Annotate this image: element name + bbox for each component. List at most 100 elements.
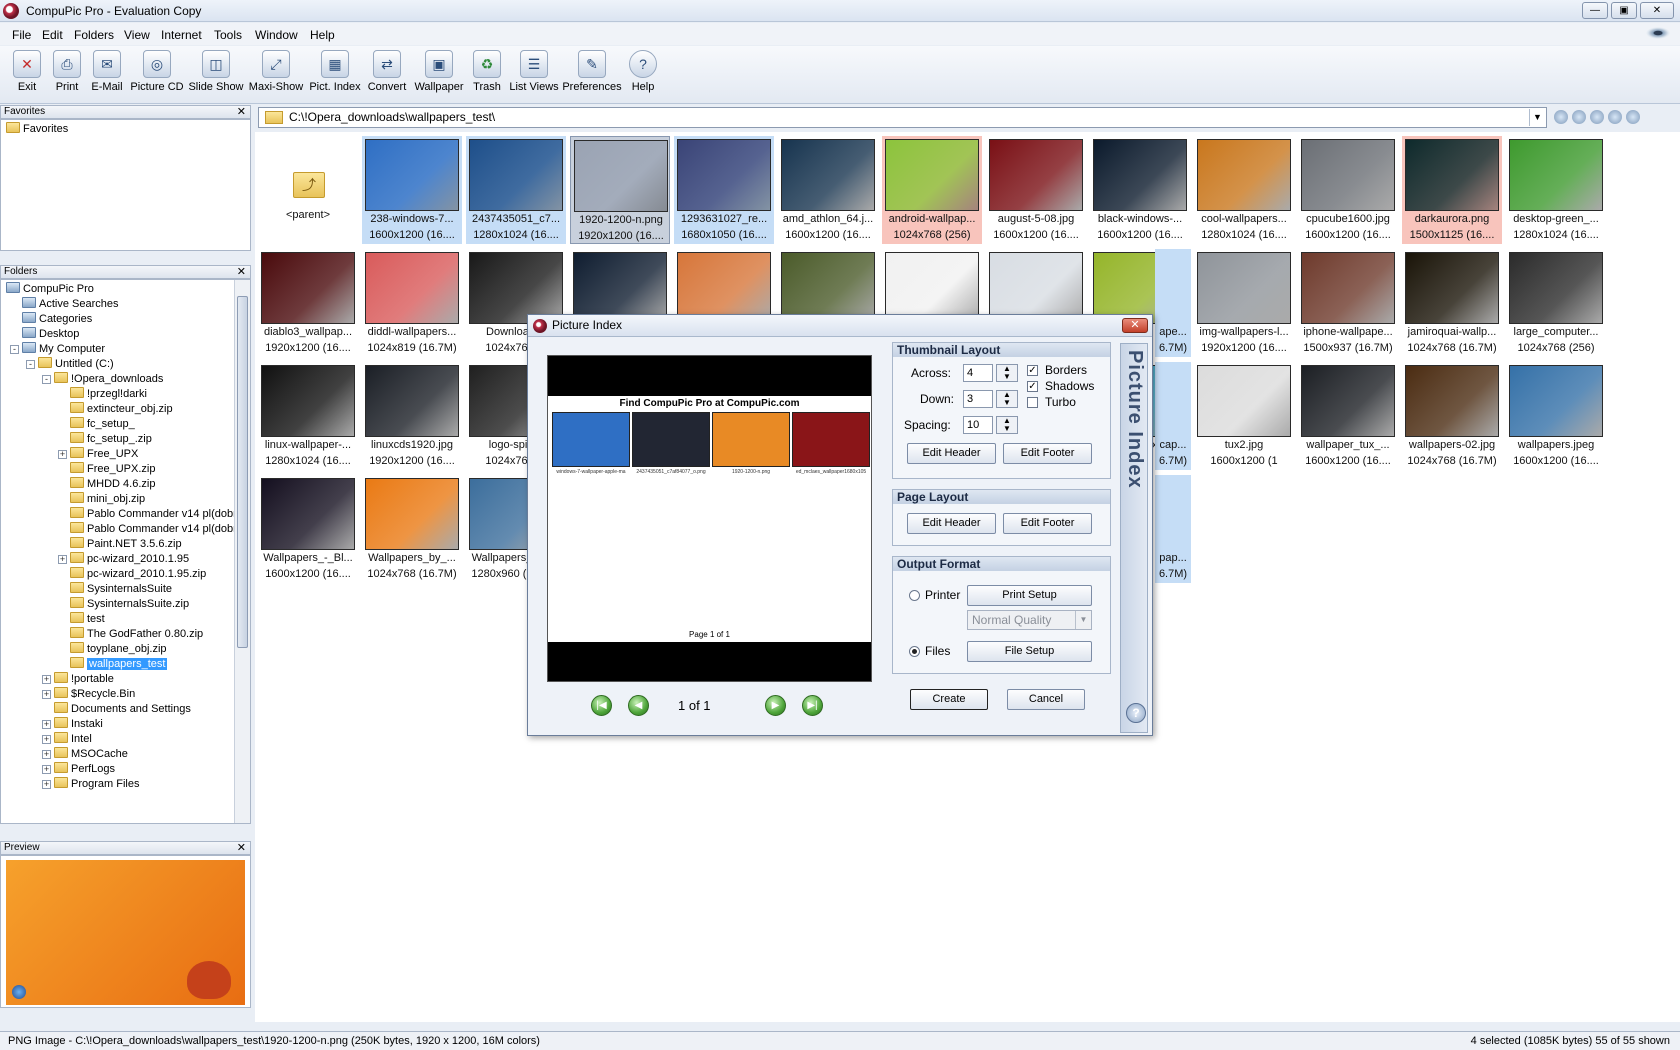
menu-file[interactable]: File — [12, 28, 31, 42]
thumbnail-item[interactable]: Wallpapers_by_... 1024x768 (16.7M) — [362, 475, 462, 583]
thumbnail-item[interactable]: pap... 6.7M) — [1155, 475, 1191, 583]
printer-radio[interactable] — [909, 590, 920, 601]
thumbnail-item[interactable]: wallpapers-02.jpg 1024x768 (16.7M) — [1402, 362, 1502, 470]
folder-tree-item[interactable]: Pablo Commander v14 pl(dobre — [70, 507, 243, 522]
thumbnail-item[interactable]: tux2.jpg 1600x1200 (1 — [1194, 362, 1294, 470]
folder-tree-item[interactable]: The GodFather 0.80.zip — [70, 627, 203, 642]
dialog-help-icon[interactable]: ? — [1126, 703, 1146, 723]
thumbnail-item[interactable]: diablo3_wallpap... 1920x1200 (16.... — [258, 249, 358, 357]
slide-show-button[interactable]: ◫ Slide Show — [188, 50, 244, 93]
folders-scrollbar[interactable] — [234, 280, 250, 823]
page-edit-header-button[interactable]: Edit Header — [907, 513, 996, 534]
next-page-button[interactable]: ▶ — [765, 695, 786, 716]
thumbnail-item[interactable]: ape... 6.7M) — [1155, 249, 1191, 357]
across-input[interactable]: 4 — [963, 364, 993, 382]
folder-tree-item[interactable]: extincteur_obj.zip — [70, 402, 173, 417]
folder-tree-item[interactable]: Active Searches — [22, 297, 118, 312]
folder-tree-item[interactable]: fc_setup_.zip — [70, 432, 152, 447]
convert-button[interactable]: ⇄ Convert — [366, 50, 408, 93]
thumbnail-item[interactable]: desktop-green_... 1280x1024 (16.... — [1506, 136, 1606, 244]
folder-tree-item[interactable]: Documents and Settings — [54, 702, 191, 717]
thumbnail-item[interactable]: Wallpapers_-_Bl... 1600x1200 (16.... — [258, 475, 358, 583]
thumbnail-item[interactable]: august-5-08.jpg 1600x1200 (16.... — [986, 136, 1086, 244]
cancel-button[interactable]: Cancel — [1007, 689, 1085, 710]
trash-button[interactable]: ♻ Trash — [470, 50, 504, 93]
folder-tree-item[interactable]: + MSOCache — [42, 747, 128, 762]
folder-tree-item[interactable]: Categories — [22, 312, 92, 327]
folder-tree-item[interactable]: Desktop — [22, 327, 79, 342]
previous-page-button[interactable]: ◀ — [628, 695, 649, 716]
expand-icon[interactable]: + — [58, 555, 67, 564]
folder-tree-item[interactable]: pc-wizard_2010.1.95.zip — [70, 567, 206, 582]
folder-tree-item[interactable]: + $Recycle.Bin — [42, 687, 135, 702]
folder-tree-item[interactable]: + Free_UPX — [58, 447, 138, 462]
thumbnail-item[interactable]: jamiroquai-wallp... 1024x768 (16.7M) — [1402, 249, 1502, 357]
maximize-button[interactable]: ▣ — [1611, 2, 1637, 19]
menu-edit[interactable]: Edit — [42, 28, 63, 42]
folder-tree-item[interactable]: MHDD 4.6.zip — [70, 477, 155, 492]
folder-tree-item[interactable]: Free_UPX.zip — [70, 462, 155, 477]
minimize-button[interactable]: — — [1582, 2, 1608, 19]
back-icon[interactable] — [1554, 110, 1568, 124]
thumbnail-item[interactable]: large_computer... 1024x768 (256) — [1506, 249, 1606, 357]
thumbnail-item[interactable]: 2437435051_c7... 1280x1024 (16.... — [466, 136, 566, 244]
menu-internet[interactable]: Internet — [161, 28, 202, 42]
folder-tree-item[interactable]: Paint.NET 3.5.6.zip — [70, 537, 182, 552]
thumbnail-item[interactable]: amd_athlon_64.j... 1600x1200 (16.... — [778, 136, 878, 244]
folder-tree-item[interactable]: CompuPic Pro — [6, 282, 94, 297]
folder-tree-item[interactable]: + pc-wizard_2010.1.95 — [58, 552, 189, 567]
spacing-input[interactable]: 10 — [963, 416, 993, 434]
list-views-button[interactable]: ☰ List Views — [508, 50, 560, 93]
thumbnail-item[interactable]: cool-wallpapers... 1280x1024 (16.... — [1194, 136, 1294, 244]
new-folder-icon[interactable] — [1608, 110, 1622, 124]
quality-select[interactable]: Normal Quality ▼ — [967, 610, 1092, 630]
thumbnail-item[interactable]: wallpapers.jpeg 1600x1200 (16.... — [1506, 362, 1606, 470]
favorites-item[interactable]: Favorites — [6, 122, 68, 137]
expand-icon[interactable]: + — [42, 675, 51, 684]
shadows-checkbox[interactable]: ✓ — [1027, 381, 1038, 392]
borders-checkbox[interactable]: ✓ — [1027, 365, 1038, 376]
folder-tree-item[interactable]: Pablo Commander v14 pl(dobre — [70, 522, 243, 537]
thumbnail-edit-footer-button[interactable]: Edit Footer — [1003, 443, 1092, 464]
thumbnail-item[interactable]: black-windows-... 1600x1200 (16.... — [1090, 136, 1190, 244]
folder-tree-item[interactable]: !przegl!darki — [70, 387, 147, 402]
exit-button[interactable]: ✕ Exit — [12, 50, 42, 93]
picture-cd-button[interactable]: ◎ Picture CD — [130, 50, 184, 93]
thumbnail-item[interactable]: darkaurora.png 1500x1125 (16.... — [1402, 136, 1502, 244]
email-button[interactable]: ✉ E-Mail — [90, 50, 124, 93]
thumbnail-item[interactable]: wallpaper_tux_... 1600x1200 (16.... — [1298, 362, 1398, 470]
close-folders-icon[interactable]: ✕ — [237, 266, 246, 278]
turbo-checkbox[interactable] — [1027, 397, 1038, 408]
close-preview-icon[interactable]: ✕ — [237, 842, 246, 854]
forward-icon[interactable] — [1572, 110, 1586, 124]
maxi-show-button[interactable]: ⤢ Maxi-Show — [248, 50, 304, 93]
menu-help[interactable]: Help — [310, 28, 335, 42]
folder-tree-item[interactable]: test — [70, 612, 105, 627]
expand-icon[interactable]: + — [42, 735, 51, 744]
folder-tree-item[interactable]: - My Computer — [10, 342, 105, 357]
down-input[interactable]: 3 — [963, 390, 993, 408]
picture-index-button[interactable]: ▦ Pict. Index — [308, 50, 362, 93]
folder-tree-item[interactable]: toyplane_obj.zip — [70, 642, 167, 657]
folder-tree-item[interactable]: - Untitled (C:) — [26, 357, 114, 372]
wallpaper-button[interactable]: ▣ Wallpaper — [412, 50, 466, 93]
expand-icon[interactable]: + — [42, 690, 51, 699]
folder-tree-item[interactable]: + Program Files — [42, 777, 139, 792]
thumbnail-item[interactable]: 1293631027_re... 1680x1050 (16.... — [674, 136, 774, 244]
folder-tree-item[interactable]: wallpapers_test — [70, 657, 168, 672]
dialog-close-button[interactable]: ✕ — [1122, 318, 1148, 333]
files-radio[interactable] — [909, 646, 920, 657]
thumbnail-item[interactable]: iphone-wallpape... 1500x937 (16.7M) — [1298, 249, 1398, 357]
address-bar[interactable]: C:\!Opera_downloads\wallpapers_test\ ▼ — [258, 107, 1547, 128]
close-button[interactable]: ✕ — [1640, 2, 1674, 19]
thumbnail-edit-header-button[interactable]: Edit Header — [907, 443, 996, 464]
folder-tree-item[interactable]: fc_setup_ — [70, 417, 135, 432]
expand-icon[interactable]: + — [42, 780, 51, 789]
expand-icon[interactable]: + — [42, 765, 51, 774]
preferences-button[interactable]: ✎ Preferences — [562, 50, 622, 93]
chevron-down-icon[interactable]: ▼ — [1529, 109, 1545, 126]
menu-tools[interactable]: Tools — [214, 28, 242, 42]
collapse-icon[interactable]: - — [42, 375, 51, 384]
spacing-stepper[interactable]: ▲ ▼ — [996, 416, 1018, 434]
thumbnail-item[interactable]: android-wallpap... 1024x768 (256) — [882, 136, 982, 244]
